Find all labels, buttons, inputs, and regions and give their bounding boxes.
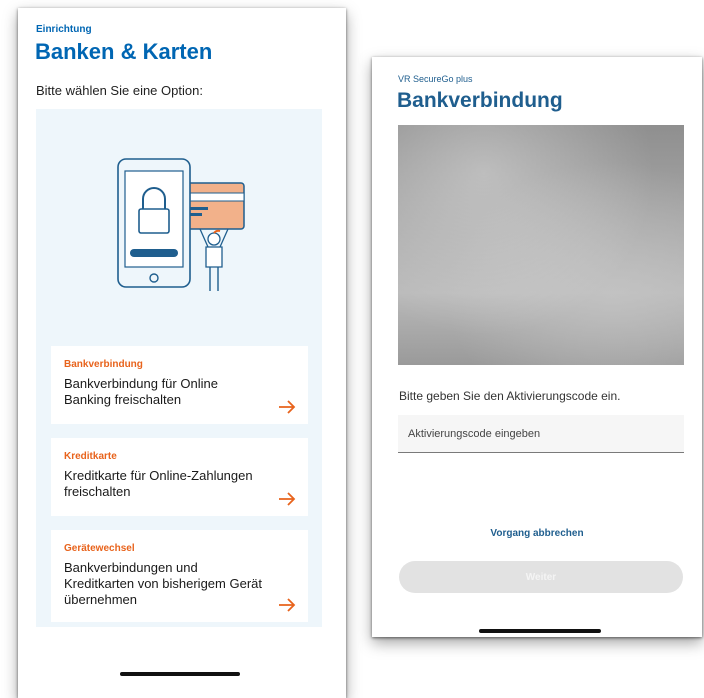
option-label: Kreditkarte bbox=[64, 451, 117, 462]
phone-lock-card-illustration bbox=[117, 158, 245, 291]
section-overline: Einrichtung bbox=[36, 24, 92, 35]
activation-code-input[interactable] bbox=[398, 415, 684, 453]
page-title: Banken & Karten bbox=[35, 39, 213, 64]
cancel-link[interactable]: Vorgang abbrechen bbox=[372, 528, 702, 539]
option-bankverbindung[interactable]: Bankverbindung Bankverbindung für Online… bbox=[51, 346, 308, 424]
home-indicator[interactable] bbox=[120, 672, 240, 676]
page-title: Bankverbindung bbox=[397, 89, 563, 112]
option-geraetewechsel[interactable]: Gerätewechsel Bankverbindungen und Kredi… bbox=[51, 530, 308, 622]
option-description: Kreditkarte für Online-Zahlungen freisch… bbox=[64, 468, 253, 499]
camera-preview bbox=[398, 125, 684, 365]
arrow-right-icon bbox=[279, 598, 296, 612]
activation-screen: VR SecureGo plus Bankverbindung Bitte ge… bbox=[372, 57, 702, 637]
option-label: Bankverbindung bbox=[64, 359, 143, 370]
option-label: Gerätewechsel bbox=[64, 543, 135, 554]
setup-screen: Einrichtung Banken & Karten Bitte wählen… bbox=[18, 8, 346, 698]
option-description: Bankverbindungen und Kreditkarten von bi… bbox=[64, 560, 262, 607]
app-overline: VR SecureGo plus bbox=[398, 74, 473, 84]
page-subtitle: Bitte wählen Sie eine Option: bbox=[36, 83, 203, 98]
next-button[interactable]: Weiter bbox=[399, 561, 683, 593]
arrow-right-icon bbox=[279, 492, 296, 506]
option-description: Bankverbindung für Online Banking freisc… bbox=[64, 376, 218, 407]
option-kreditkarte[interactable]: Kreditkarte Kreditkarte für Online-Zahlu… bbox=[51, 438, 308, 516]
options-panel: Bankverbindung Bankverbindung für Online… bbox=[36, 109, 322, 627]
arrow-right-icon bbox=[279, 400, 296, 414]
activation-instruction: Bitte geben Sie den Aktivierungscode ein… bbox=[399, 389, 621, 403]
home-indicator[interactable] bbox=[479, 629, 601, 633]
